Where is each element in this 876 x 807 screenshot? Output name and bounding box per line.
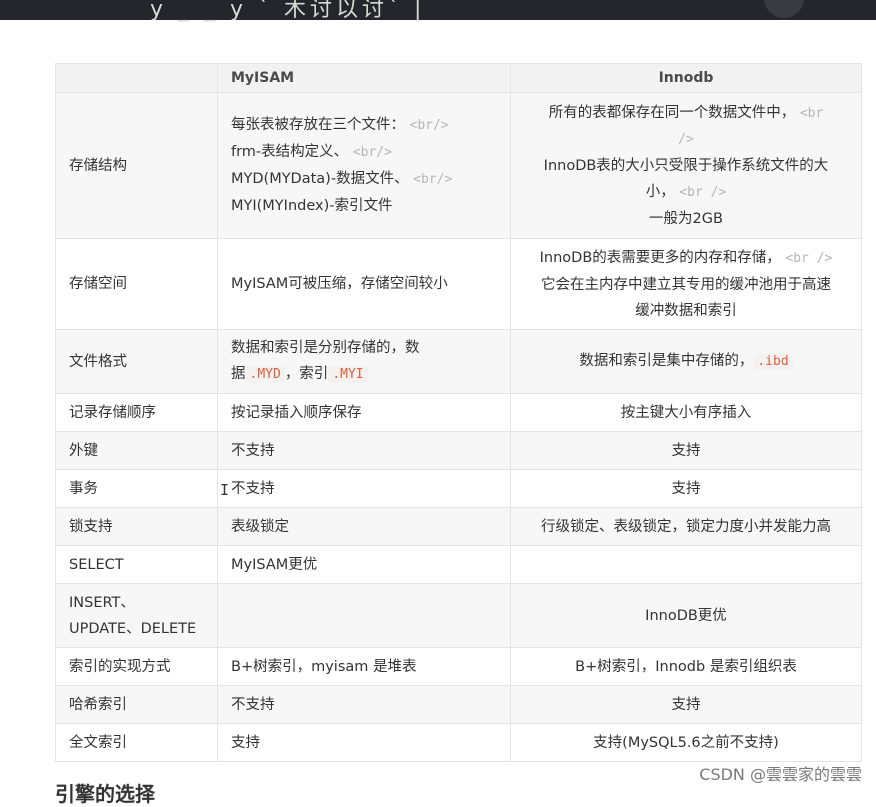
row-name: 全文索引: [55, 723, 218, 762]
cell-text: ，索引: [284, 366, 329, 382]
myisam-cell: 表级锁定: [217, 507, 511, 546]
engine-comparison-table-container: MyISAM Innodb 存储结构 每张表被存放在三个文件： <br/> fr…: [55, 63, 862, 762]
table-row: 索引的实现方式 B+树索引，myisam 是堆表 B+树索引，Innodb 是索…: [55, 647, 862, 686]
code-myi: .MYI: [328, 366, 368, 383]
br-tag: <br: [799, 105, 824, 121]
row-name: 外键: [55, 431, 218, 470]
cell-text: 据: [231, 366, 246, 382]
table-row: 哈希索引 不支持 支持: [55, 685, 862, 724]
myisam-cell: 数据和索引是分别存储的，数 据 .MYD ，索引 .MYI: [217, 329, 511, 394]
row-name: INSERT、 UPDATE、DELETE: [55, 583, 218, 648]
row-name: 文件格式: [55, 329, 218, 394]
cell-text: INSERT、: [69, 594, 135, 611]
myisam-cell: 不支持: [217, 469, 511, 508]
cell-text: 小，: [645, 183, 675, 200]
br-tag: <br/>: [409, 118, 449, 133]
row-name: SELECT: [55, 545, 218, 584]
engine-comparison-table: MyISAM Innodb 存储结构 每张表被存放在三个文件： <br/> fr…: [55, 63, 862, 762]
table-header-row: MyISAM Innodb: [55, 63, 862, 93]
cell-text: InnoDB的表需要更多的内存和存储，: [539, 249, 781, 266]
code-ibd: .ibd: [753, 353, 793, 370]
text-cursor-icon: I: [220, 481, 230, 499]
br-tag: <br/>: [413, 172, 453, 187]
row-name: 索引的实现方式: [55, 647, 218, 686]
innodb-cell: 数据和索引是集中存储的， .ibd: [510, 329, 862, 394]
innodb-cell: 支持: [510, 685, 862, 724]
table-row: 存储结构 每张表被存放在三个文件： <br/> frm-表结构定义、 <br/>…: [55, 92, 862, 239]
br-tag: />: [678, 131, 694, 147]
table-row: 外键 不支持 支持: [55, 431, 862, 470]
top-bar: y _ _ y ` 木讨以讨` |: [0, 0, 876, 22]
innodb-cell: 支持(MySQL5.6之前不支持): [510, 723, 862, 762]
innodb-cell: 所有的表都保存在同一个数据文件中， <br /> InnoDB表的大小只受限于操…: [510, 92, 862, 239]
table-row: 锁支持 表级锁定 行级锁定、表级锁定，锁定力度小并发能力高: [55, 507, 862, 546]
row-name: 存储空间: [55, 238, 218, 330]
cell-text: 一般为2GB: [649, 210, 723, 227]
cell-text: 所有的表都保存在同一个数据文件中，: [548, 104, 796, 121]
cell-text: 它会在主内存中建立其专用的缓冲池用于高速: [541, 276, 831, 293]
table-row: 文件格式 数据和索引是分别存储的，数 据 .MYD ，索引 .MYI 数据和索引是集中…: [55, 329, 862, 394]
cell-text: 数据和索引是集中存储的，: [579, 353, 754, 369]
top-bar-title: y _ _ y ` 木讨以讨` |: [150, 0, 426, 22]
watermark: CSDN @雲雲家的雲雲: [699, 765, 862, 784]
section-heading: 引擎的选择: [55, 782, 155, 806]
cell-text: MYD(MYData)-数据文件、: [231, 171, 409, 187]
row-name: 锁支持: [55, 507, 218, 546]
table-row: 事务 不支持 支持: [55, 469, 862, 508]
myisam-cell: MyISAM更优: [217, 545, 511, 584]
row-name: 事务: [55, 469, 218, 508]
row-name: 记录存储顺序: [55, 393, 218, 432]
innodb-cell: 支持: [510, 431, 862, 470]
cell-text: 缓冲数据和索引: [635, 302, 737, 319]
innodb-cell: 按主键大小有序插入: [510, 393, 862, 432]
avatar[interactable]: [764, 0, 804, 18]
myisam-cell: B+树索引，myisam 是堆表: [217, 647, 511, 686]
header-feature: [55, 63, 218, 93]
myisam-cell: 按记录插入顺序保存: [217, 393, 511, 432]
cell-text: UPDATE、DELETE: [69, 620, 197, 637]
header-innodb: Innodb: [510, 63, 862, 93]
myisam-cell: MyISAM可被压缩，存储空间较小: [217, 238, 511, 330]
cell-text: 数据和索引是分别存储的，数: [231, 340, 420, 356]
innodb-cell: B+树索引，Innodb 是索引组织表: [510, 647, 862, 686]
cell-text: frm-表结构定义、: [231, 144, 349, 160]
br-tag: <br/>: [352, 145, 392, 160]
table-row: 记录存储顺序 按记录插入顺序保存 按主键大小有序插入: [55, 393, 862, 432]
table-row: 存储空间 MyISAM可被压缩，存储空间较小 InnoDB的表需要更多的内存和存…: [55, 238, 862, 330]
cell-text: InnoDB表的大小只受限于操作系统文件的大: [543, 157, 829, 174]
cell-text: 每张表被存放在三个文件：: [231, 117, 405, 133]
innodb-cell: 行级锁定、表级锁定，锁定力度小并发能力高: [510, 507, 862, 546]
innodb-cell: InnoDB更优: [510, 583, 862, 648]
row-name: 存储结构: [55, 92, 218, 239]
header-myisam: MyISAM: [217, 63, 511, 93]
br-tag: <br />: [785, 250, 833, 266]
br-tag: <br />: [679, 184, 727, 200]
row-name: 哈希索引: [55, 685, 218, 724]
table-row: SELECT MyISAM更优: [55, 545, 862, 584]
cell-text: MYI(MYIndex)-索引文件: [231, 198, 393, 214]
myisam-cell: 每张表被存放在三个文件： <br/> frm-表结构定义、 <br/> MYD(…: [217, 92, 511, 239]
table-row: 全文索引 支持 支持(MySQL5.6之前不支持): [55, 723, 862, 762]
myisam-cell: 支持: [217, 723, 511, 762]
innodb-cell: InnoDB的表需要更多的内存和存储， <br /> 它会在主内存中建立其专用的…: [510, 238, 862, 330]
myisam-cell: [217, 583, 511, 648]
myisam-cell: 不支持: [217, 685, 511, 724]
myisam-cell: 不支持: [217, 431, 511, 470]
table-row: INSERT、 UPDATE、DELETE InnoDB更优: [55, 583, 862, 648]
code-myd: .MYD: [245, 366, 285, 383]
innodb-cell: [510, 545, 862, 584]
innodb-cell: 支持: [510, 469, 862, 508]
